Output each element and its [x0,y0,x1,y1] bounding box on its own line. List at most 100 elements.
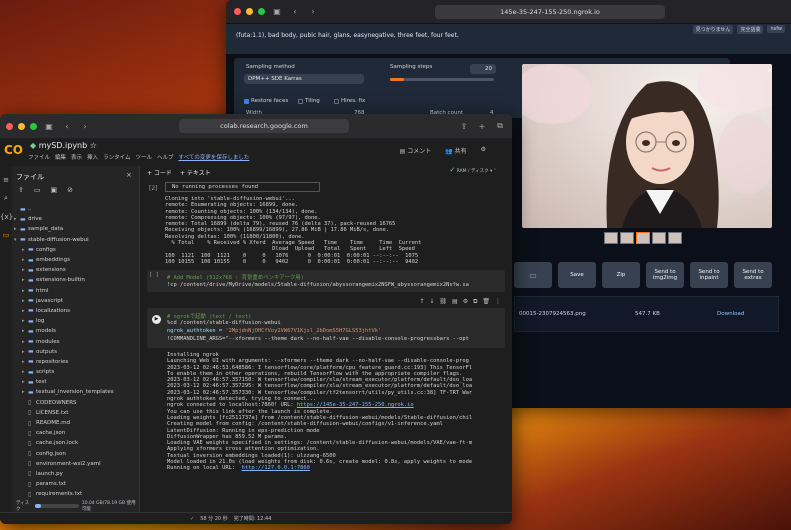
tree-folder[interactable]: ▸ ▬ extensions-builtin [14,275,138,285]
link-icon[interactable]: ⛓ [439,298,447,306]
chevron-down-icon[interactable]: ▾ [490,169,492,174]
tree-file[interactable]: ▯ cache.json [14,428,138,438]
menu-edit[interactable]: 編集 [55,153,66,161]
comment-button[interactable]: ▤ コメント [400,146,432,155]
settings-icon[interactable]: ⚙ [463,298,468,306]
tree-folder[interactable]: ▸ ▬ localizations [14,306,138,316]
new-tab-icon[interactable]: + [476,122,488,131]
add-text-button[interactable]: + テキスト [180,168,211,177]
search-icon[interactable]: ⌕ [0,194,12,203]
tree-file[interactable]: ▯ LICENSE.txt [14,408,138,418]
thumbnail[interactable] [604,232,618,244]
settings-icon[interactable]: ⚙ [481,146,486,155]
sampling-steps-input[interactable]: 20 [470,64,496,74]
sd-address-bar[interactable]: 145e-35-247-155-250.ngrok.io [435,4,665,19]
tree-file[interactable]: ▯ config.json [14,449,138,459]
zip-button[interactable]: Zip [602,262,640,288]
save-status-link[interactable]: すべての変更を保存しました [178,153,249,161]
tree-folder[interactable]: ▸ ▬ log [14,316,138,326]
menu-file[interactable]: ファイル [28,153,50,161]
find-mode[interactable]: 完全語彙 [737,24,764,34]
colab-window-controls[interactable] [6,122,37,130]
menu-runtime[interactable]: ランタイム [103,153,130,161]
zoom-window-icon[interactable] [258,8,265,15]
tree-folder[interactable]: ▸ ▬ scripts [14,367,138,377]
add-code-button[interactable]: + コード [147,168,172,177]
resource-indicator[interactable]: ✓ RAM / ディスク ▾ ˄ [449,166,496,174]
sidebar-toggle-icon[interactable]: ▣ [271,7,283,16]
new-folder-icon[interactable]: ▭ [34,186,41,194]
tree-file[interactable]: ▯ README.md [14,418,138,428]
tree-folder[interactable]: ▸ ▬ sample_data [14,224,138,234]
thumbnail[interactable] [620,232,634,244]
menu-help[interactable]: ヘルプ [157,153,174,161]
zoom-window-icon[interactable] [30,122,37,130]
more-icon[interactable]: ⋮ [495,298,501,306]
tree-folder[interactable]: ▸ ▬ drive [14,214,138,224]
run-cell-button[interactable]: ▶ [152,315,161,324]
tree-file[interactable]: ▯ requirements.txt [14,489,138,499]
sampling-steps-slider[interactable] [390,78,494,81]
tree-folder[interactable]: ▸ ▬ outputs [14,347,138,357]
colab-address-bar[interactable]: colab.research.google.com [179,119,349,133]
menu-view[interactable]: 表示 [71,153,82,161]
mount-drive-icon[interactable]: ▣ [51,186,58,194]
tree-folder[interactable]: ▸ ▬ javascript [14,296,138,306]
variables-icon[interactable]: {x} [0,213,13,221]
minimize-window-icon[interactable] [246,8,253,15]
tree-folder[interactable]: ▸ ▬ extensions [14,265,138,275]
sd-window-controls[interactable] [234,8,265,15]
tree-folder[interactable]: ▸ ▬ models [14,326,138,336]
tree-folder[interactable]: ▾ ▬ stable-diffusion-webui [14,235,138,245]
tree-folder[interactable]: ▸ ▬ configs [14,245,138,255]
menu-tools[interactable]: ツール [135,153,152,161]
move-up-icon[interactable]: ↑ [419,298,424,306]
notebook-title[interactable]: ◆ mySD.ipynb ☆ [30,141,97,150]
forward-icon[interactable]: › [307,7,319,16]
download-link[interactable]: Download [717,311,744,317]
close-sidebar-icon[interactable]: × [126,171,132,179]
sampling-method-select[interactable]: DPM++ SDE Karras [244,74,364,84]
comment-icon[interactable]: ▤ [452,298,458,306]
code-cell-add-model[interactable]: [ ] # Add Model (512x768 : 背景重めペンキアーク用) … [147,270,505,292]
mirror-icon[interactable]: ⧉ [473,298,477,306]
tab-overview-icon[interactable]: ⧉ [494,121,506,131]
hide-icon[interactable]: ⊘ [67,186,73,194]
thumbnail[interactable] [668,232,682,244]
tree-file[interactable]: ▯ launch.py [14,469,138,479]
tree-file[interactable]: ▯ params.txt [14,479,138,489]
tree-folder[interactable]: ▸ ▬ textual_inversion_templates [14,387,138,397]
share-button[interactable]: 👥 共有 [445,146,466,155]
delete-icon[interactable]: 🗑 [482,298,490,306]
upload-icon[interactable]: ⇪ [18,186,24,194]
tree-folder[interactable]: ▸ ▬ html [14,286,138,296]
close-image-icon[interactable]: × [767,66,773,74]
tree-file[interactable]: ▯ environment-wsl2.yaml [14,459,138,469]
tree-folder[interactable]: ▬.. [14,204,138,214]
send-to-extras-button[interactable]: Send to extras [734,262,772,288]
folder-icon[interactable]: ▭ [0,231,12,239]
generated-image[interactable] [522,64,772,228]
find-input[interactable]: nsfw [767,25,785,33]
tiling-checkbox[interactable]: Tiling [298,98,320,104]
tree-folder[interactable]: ▸ ▬ test [14,377,138,387]
share-icon[interactable]: ⇪ [458,122,470,131]
thumbnail[interactable] [636,232,650,244]
open-folder-button[interactable]: ▭ [514,262,552,288]
minimize-window-icon[interactable] [18,122,25,130]
colab-logo[interactable]: CO [4,143,23,157]
back-icon[interactable]: ‹ [289,7,301,16]
hires-fix-checkbox[interactable]: Hires. fix [334,98,365,104]
send-to-inpaint-button[interactable]: Send to inpaint [690,262,728,288]
close-window-icon[interactable] [234,8,241,15]
tree-folder[interactable]: ▸ ▬ modules [14,336,138,346]
save-button[interactable]: Save [558,262,596,288]
back-icon[interactable]: ‹ [61,122,73,131]
code-cell-ngrok[interactable]: ↑ ↓ ⛓ ▤ ⚙ ⧉ 🗑 ⋮ ▶ # ngrokで起動 (text / tex… [147,298,505,348]
forward-icon[interactable]: › [79,122,91,131]
menu-insert[interactable]: 挿入 [87,153,98,161]
restore-faces-checkbox[interactable]: Restore faces [244,98,288,104]
close-window-icon[interactable] [6,122,13,130]
move-down-icon[interactable]: ↓ [429,298,434,306]
collapse-icon[interactable]: ˄ [494,169,496,174]
